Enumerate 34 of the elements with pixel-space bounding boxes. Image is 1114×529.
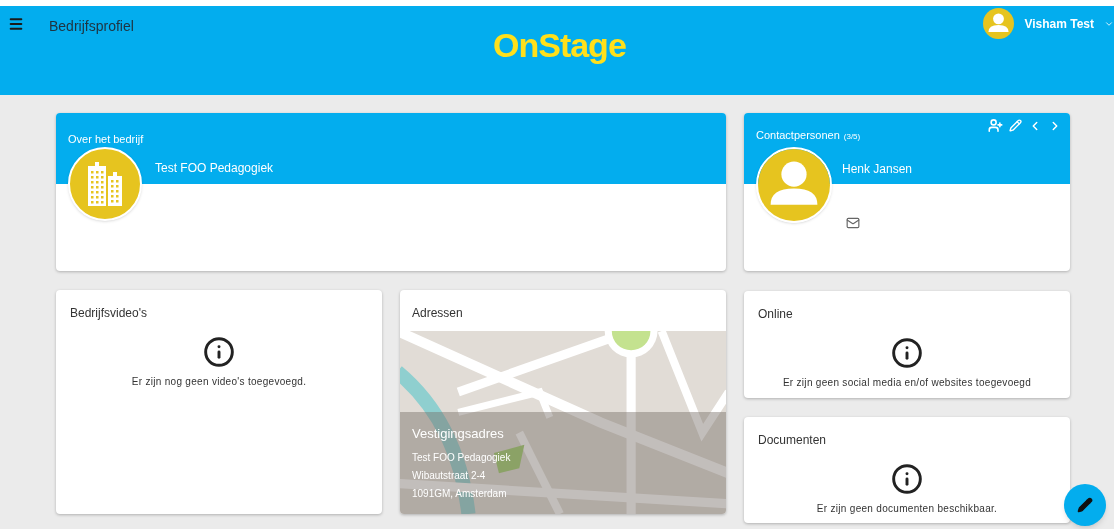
edit-button[interactable] xyxy=(1009,119,1022,132)
add-person-icon xyxy=(988,118,1003,133)
mail-icon xyxy=(846,216,860,230)
page-title: Bedrijfsprofiel xyxy=(49,17,134,36)
buildings-icon xyxy=(88,162,122,206)
company-name: Test FOO Pedagogiek xyxy=(155,160,274,177)
address-line: Wibautstraat 2-4 xyxy=(412,468,486,483)
user-menu[interactable]: Visham Test xyxy=(983,8,1114,39)
pencil-icon xyxy=(1009,119,1022,132)
contact-avatar-icon xyxy=(758,149,830,221)
info-icon xyxy=(891,463,923,495)
card-title: Over het bedrijf xyxy=(68,133,144,145)
info-icon xyxy=(891,337,923,369)
empty-message: Er zijn nog geen video's toegevoegd. xyxy=(131,375,307,389)
contact-count: (3/5) xyxy=(843,131,861,143)
card-title: Contactpersonen xyxy=(756,128,840,143)
user-avatar-icon xyxy=(983,8,1015,39)
empty-message: Er zijn geen social media en/of websites toegevoegd xyxy=(782,376,1032,390)
address-label: Vestigingsadres xyxy=(412,425,504,443)
email-button[interactable] xyxy=(846,216,860,230)
pencil-icon xyxy=(1077,497,1093,513)
menu-icon xyxy=(8,16,24,32)
card-title: Documenten xyxy=(757,432,828,449)
empty-message: Er zijn geen documenten beschikbaar. xyxy=(816,502,998,516)
card-title: Online xyxy=(757,306,794,323)
logo: OnStage xyxy=(493,25,626,66)
info-icon xyxy=(203,336,235,368)
contact-name: Henk Jansen xyxy=(842,161,913,178)
card-title: Adressen xyxy=(411,305,464,322)
add-contact-button[interactable] xyxy=(988,118,1003,133)
edit-fab[interactable] xyxy=(1064,484,1106,526)
card-title: Bedrijfsvideo's xyxy=(69,305,148,322)
address-line: 1091GM, Amsterdam xyxy=(412,486,507,501)
menu-button[interactable] xyxy=(8,16,24,32)
